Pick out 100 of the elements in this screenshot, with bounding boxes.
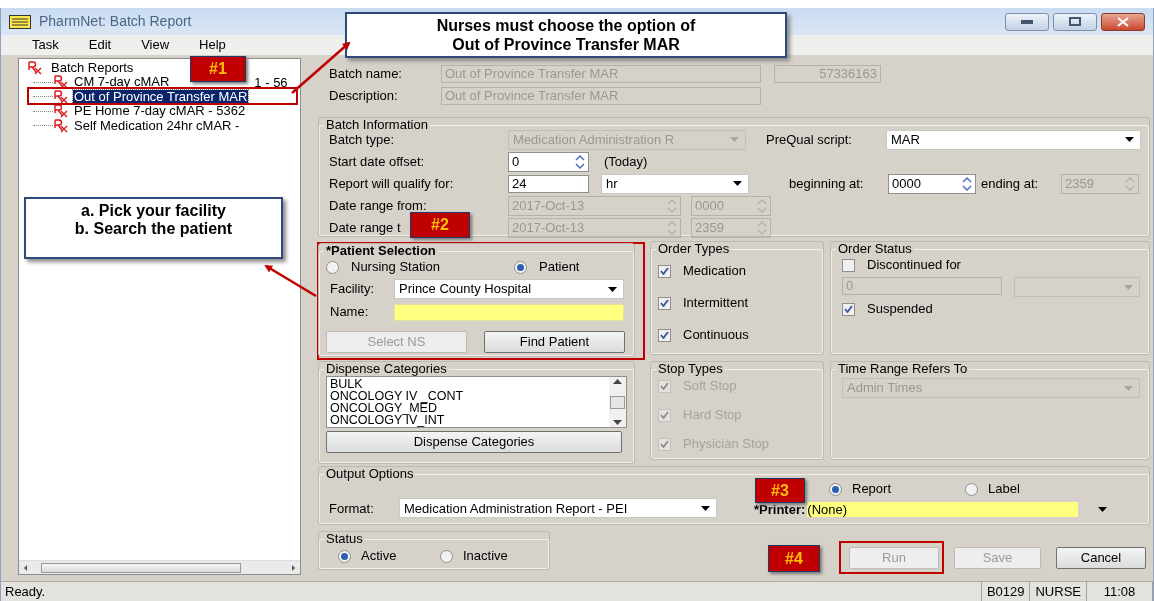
checkmark-icon bbox=[660, 299, 669, 307]
dropdown-arrow-icon bbox=[1124, 385, 1133, 391]
checkmark-icon bbox=[660, 440, 669, 448]
checkbox-label: Suspended bbox=[867, 300, 933, 319]
field-label: PreQual script: bbox=[766, 130, 852, 149]
checkbox[interactable] bbox=[658, 296, 671, 310]
prescription-icon bbox=[53, 75, 69, 90]
push-button[interactable]: Find Patient bbox=[484, 331, 625, 353]
dropdown[interactable]: hr bbox=[601, 173, 749, 194]
dropdown-arrow-icon bbox=[1124, 284, 1133, 290]
dispense-categories-button[interactable]: Dispense Categories bbox=[326, 431, 622, 453]
checkbox[interactable] bbox=[842, 258, 855, 272]
spin-arrows-icon bbox=[666, 219, 678, 236]
status-pane: B0129 bbox=[981, 582, 1031, 601]
checkbox[interactable] bbox=[658, 264, 671, 278]
horizontal-scrollbar[interactable] bbox=[19, 560, 300, 574]
app-icon bbox=[9, 14, 31, 29]
radio-button[interactable] bbox=[965, 482, 978, 496]
prescription-icon bbox=[27, 61, 43, 75]
menu-item[interactable]: Edit bbox=[88, 35, 112, 55]
dropdown[interactable]: Medication Administration Report - PEI bbox=[399, 498, 717, 519]
radio-button[interactable] bbox=[338, 549, 351, 563]
radio-label: Patient bbox=[539, 258, 580, 277]
tree-item[interactable]: Self Medication 24hr cMAR - bbox=[73, 118, 241, 133]
close-icon bbox=[1117, 16, 1129, 27]
scroll-up-icon[interactable] bbox=[613, 379, 622, 384]
list-item[interactable]: BULK bbox=[330, 378, 609, 390]
group-title: Time Range Refers To bbox=[837, 362, 969, 376]
dropdown-arrow-icon bbox=[608, 286, 617, 292]
prescription-icon bbox=[53, 118, 69, 133]
checkmark-icon bbox=[660, 411, 669, 419]
radio-button[interactable] bbox=[829, 482, 842, 496]
menu-item[interactable]: Help bbox=[199, 35, 226, 55]
minimize-button[interactable] bbox=[1005, 12, 1049, 31]
checkbox[interactable] bbox=[842, 302, 855, 316]
callout-text: Nurses must choose the option of Out of Province Transfer MAR bbox=[436, 16, 696, 54]
field-label: Report will qualify for: bbox=[329, 174, 454, 193]
dropdown[interactable]: Prince County Hospital bbox=[394, 279, 624, 299]
radio-label: Nursing Station bbox=[351, 258, 440, 277]
group-title: Status bbox=[325, 532, 364, 546]
group-title: Output Options bbox=[325, 467, 415, 481]
field-label: beginning at: bbox=[789, 174, 864, 193]
radio-label: Label bbox=[988, 480, 1020, 499]
tree-item[interactable]: Out of Province Transfer MAR bbox=[73, 89, 249, 104]
checkbox[interactable] bbox=[658, 328, 671, 342]
group-title: *Patient Selection bbox=[325, 244, 437, 258]
field-label: Batch type: bbox=[329, 130, 395, 149]
spin-box[interactable]: 0000 bbox=[888, 173, 976, 194]
group-title: Dispense Categories bbox=[325, 362, 448, 376]
dropdown-arrow-icon bbox=[730, 137, 739, 142]
scroll-down-icon[interactable] bbox=[613, 420, 622, 425]
spin-arrows-icon bbox=[756, 219, 768, 236]
name-field[interactable] bbox=[394, 303, 624, 321]
callout-text: a. Pick your facility b. Search the patient bbox=[74, 202, 233, 239]
checkbox-label: Medication bbox=[683, 262, 746, 281]
radio-label: Inactive bbox=[463, 547, 508, 566]
dropdown-arrow-icon bbox=[1098, 507, 1108, 513]
field-label: *Printer: bbox=[754, 501, 806, 519]
checkmark-icon bbox=[660, 331, 669, 339]
spin-arrows-icon bbox=[666, 197, 678, 214]
dropdown[interactable]: MAR bbox=[886, 129, 1141, 150]
vertical-scrollbar[interactable] bbox=[609, 377, 626, 427]
group-title: Batch Information bbox=[325, 118, 429, 132]
step-badge: #4 bbox=[768, 545, 820, 572]
radio-button[interactable] bbox=[440, 549, 453, 563]
status-message: Ready. bbox=[1, 582, 982, 601]
scrollbar-thumb[interactable] bbox=[41, 562, 241, 573]
restore-button[interactable] bbox=[1053, 12, 1097, 31]
list-item[interactable]: ONCOLOGY IV _CONT bbox=[330, 390, 609, 402]
group-title: Order Types bbox=[657, 242, 731, 256]
checkbox-label: Discontinued for bbox=[867, 256, 961, 275]
radio-button[interactable] bbox=[326, 260, 339, 274]
field-label: ending at: bbox=[981, 174, 1039, 193]
field-label: Format: bbox=[329, 499, 374, 518]
checkmark-icon bbox=[660, 267, 669, 275]
list-item[interactable]: ONCOLOGY_MED bbox=[330, 402, 609, 414]
tree-root-label[interactable]: Batch Reports bbox=[51, 58, 134, 78]
field-label: Start date offset: bbox=[329, 152, 425, 171]
radio-label: Active bbox=[361, 547, 397, 566]
radio-button[interactable] bbox=[514, 260, 527, 274]
menu-item[interactable]: View bbox=[141, 35, 170, 55]
checkbox-label: Continuous bbox=[683, 326, 749, 345]
spin-box[interactable]: 0 bbox=[508, 151, 589, 172]
list-item[interactable]: ONCOLOGY IV_INT bbox=[330, 414, 609, 426]
group-title: Stop Types bbox=[657, 362, 724, 376]
step-badge: #3 bbox=[755, 478, 805, 503]
field-label: Batch name: bbox=[329, 64, 402, 83]
scrollbar-thumb[interactable] bbox=[610, 395, 625, 409]
step-badge: #2 bbox=[410, 212, 470, 238]
menu-item[interactable]: Task bbox=[32, 35, 59, 55]
field-label: (Today) bbox=[604, 152, 648, 171]
text-field[interactable]: 24 bbox=[508, 174, 589, 193]
close-button[interactable] bbox=[1101, 12, 1145, 31]
tree-item[interactable]: CM 7-day cMAR bbox=[73, 75, 171, 90]
restore-icon bbox=[1069, 17, 1081, 26]
minimize-icon bbox=[1021, 19, 1033, 24]
tree-item[interactable]: PE Home 7-day cMAR - 5362 bbox=[73, 104, 247, 119]
spin-arrows-icon bbox=[1124, 175, 1136, 192]
window-title: PharmNet: Batch Report bbox=[39, 12, 192, 31]
cancel-button[interactable]: Cancel bbox=[1056, 547, 1146, 569]
